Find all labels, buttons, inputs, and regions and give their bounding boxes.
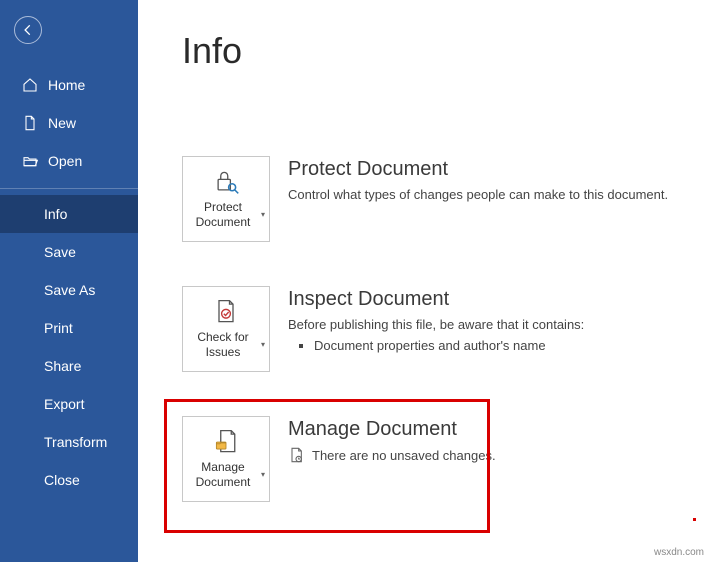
unsaved-doc-icon <box>288 447 304 463</box>
new-file-icon <box>22 115 38 131</box>
manage-document-button[interactable]: Manage Document ▾ <box>182 416 270 502</box>
sidebar-item-home[interactable]: Home <box>0 66 138 104</box>
inspect-heading: Inspect Document <box>288 288 712 311</box>
sidebar-item-label: Save As <box>44 282 95 298</box>
protect-heading: Protect Document <box>288 158 712 181</box>
manage-status-row: There are no unsaved changes. <box>288 447 712 463</box>
watermark: wsxdn.com <box>654 547 704 558</box>
chevron-down-icon: ▾ <box>261 210 265 220</box>
chevron-down-icon: ▾ <box>261 340 265 350</box>
arrow-left-icon <box>21 23 35 37</box>
protect-document-button[interactable]: Protect Document ▾ <box>182 156 270 242</box>
sidebar-item-label: Open <box>48 153 82 169</box>
inspect-list-item: Document properties and author's name <box>314 338 712 353</box>
sidebar-item-label: New <box>48 115 76 131</box>
protect-desc: Control what types of changes people can… <box>288 187 712 202</box>
chevron-down-icon: ▾ <box>261 470 265 480</box>
manage-status-text: There are no unsaved changes. <box>312 448 496 463</box>
sidebar-item-info[interactable]: Info <box>0 195 138 233</box>
check-for-issues-button[interactable]: Check for Issues ▾ <box>182 286 270 372</box>
backstage-sidebar: Home New Open Info Save Save As Print Sh… <box>0 0 138 562</box>
manage-doc-icon <box>212 428 240 456</box>
card-label-text: Protect Document <box>187 200 259 230</box>
card-label-text: Check for Issues <box>187 330 259 360</box>
main-panel: Info Protect Document ▾ Protect Document… <box>138 0 712 562</box>
inspect-desc: Before publishing this file, be aware th… <box>288 317 712 332</box>
lock-search-icon <box>212 168 240 196</box>
sidebar-item-save-as[interactable]: Save As <box>0 271 138 309</box>
sidebar-item-label: Home <box>48 77 85 93</box>
sidebar-item-print[interactable]: Print <box>0 309 138 347</box>
sidebar-item-export[interactable]: Export <box>0 385 138 423</box>
manage-heading: Manage Document <box>288 418 712 441</box>
sidebar-item-label: Transform <box>44 434 107 450</box>
sidebar-item-label: Save <box>44 244 76 260</box>
protect-section: Protect Document ▾ Protect Document Cont… <box>182 156 712 242</box>
back-button[interactable] <box>14 16 42 44</box>
card-label-text: Manage Document <box>187 460 259 490</box>
sidebar-item-save[interactable]: Save <box>0 233 138 271</box>
sidebar-item-label: Share <box>44 358 81 374</box>
checkmark-doc-icon <box>212 298 240 326</box>
sidebar-item-label: Close <box>44 472 80 488</box>
sidebar-item-transform[interactable]: Transform <box>0 423 138 461</box>
sidebar-item-label: Info <box>44 206 67 222</box>
sidebar-item-open[interactable]: Open <box>0 142 138 180</box>
annotation-dot <box>693 518 696 521</box>
sidebar-item-new[interactable]: New <box>0 104 138 142</box>
inspect-section: Check for Issues ▾ Inspect Document Befo… <box>182 286 712 372</box>
sidebar-item-share[interactable]: Share <box>0 347 138 385</box>
sidebar-item-close[interactable]: Close <box>0 461 138 499</box>
sidebar-item-label: Print <box>44 320 73 336</box>
home-icon <box>22 77 38 93</box>
folder-open-icon <box>22 153 38 169</box>
inspect-list: Document properties and author's name <box>288 338 712 353</box>
sidebar-item-label: Export <box>44 396 84 412</box>
page-title: Info <box>182 30 712 72</box>
manage-section: Manage Document ▾ Manage Document There … <box>182 416 712 502</box>
sidebar-divider <box>0 188 138 189</box>
